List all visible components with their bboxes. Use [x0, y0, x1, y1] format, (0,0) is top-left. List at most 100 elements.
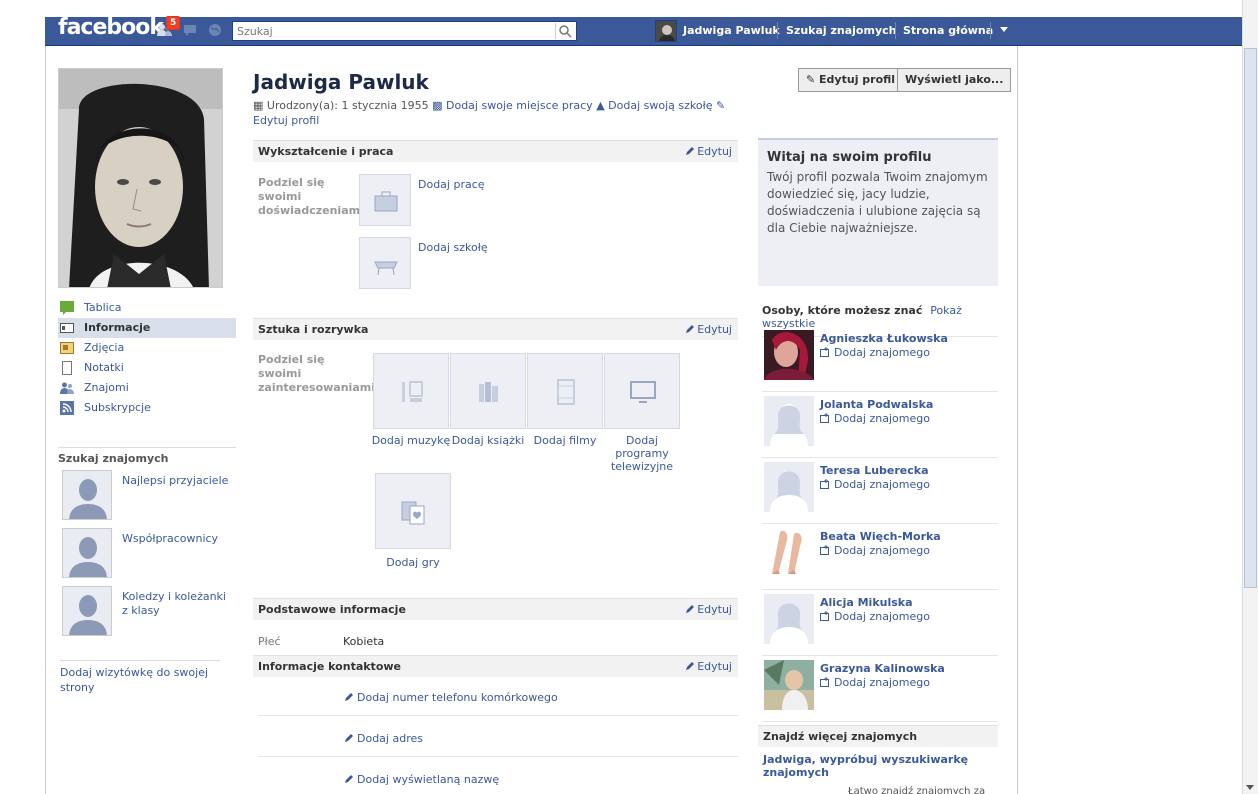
- edit-profile-link[interactable]: Edytuj profil: [253, 114, 319, 127]
- add-work-link[interactable]: Dodaj pracę: [418, 178, 485, 191]
- add-movies-link[interactable]: Dodaj filmy: [527, 434, 603, 447]
- vertical-scrollbar[interactable]: [1242, 0, 1258, 794]
- share-interests-label: Podziel się swoimi zainteresowaniami: [258, 353, 375, 394]
- add-friend-link[interactable]: Dodaj znajomego: [820, 610, 930, 623]
- person-name[interactable]: Jolanta Podwalska: [820, 398, 933, 411]
- edit-arts-link[interactable]: Edytuj: [685, 319, 732, 341]
- friend-group-label[interactable]: Współpracownicy: [122, 532, 232, 546]
- account-menu-caret-icon[interactable]: [1000, 27, 1008, 32]
- add-friend-link[interactable]: Dodaj znajomego: [820, 676, 930, 689]
- nav-item-label: Znajomi: [84, 381, 129, 394]
- edit-label: Edytuj: [697, 603, 732, 616]
- nav-item-subscriptions[interactable]: Subskrypcje: [58, 398, 236, 418]
- welcome-title: Witaj na swoim profilu: [767, 150, 932, 165]
- profile-picture[interactable]: [58, 68, 223, 288]
- person-name[interactable]: Teresa Luberecka: [820, 464, 929, 477]
- add-music-link[interactable]: Dodaj muzykę: [368, 434, 454, 447]
- edit-contact-link[interactable]: Edytuj: [685, 656, 732, 678]
- education-work-header: Wykształcenie i praca Edytuj: [253, 140, 738, 162]
- nav-item-label: Informacje: [84, 321, 151, 334]
- person-photo[interactable]: [764, 594, 814, 644]
- friend-group-label[interactable]: Koledzy i koleżanki z klasy: [122, 590, 232, 618]
- person-name[interactable]: Agnieszka Łukowska: [820, 332, 948, 345]
- suggested-person: Grazyna Kalinowska Dodaj znajomego: [762, 656, 998, 722]
- person-name[interactable]: Grazyna Kalinowska: [820, 662, 945, 675]
- edit-education-link[interactable]: Edytuj: [685, 141, 732, 163]
- add-tv-shows-tile[interactable]: [604, 353, 680, 429]
- add-mobile-link[interactable]: Dodaj numer telefonu komórkowego: [258, 680, 738, 716]
- add-display-name-link[interactable]: Dodaj wyświetlaną nazwę: [258, 762, 738, 794]
- nav-home-link[interactable]: Strona główna: [903, 24, 993, 37]
- section-title: Sztuka i rozrywka: [258, 323, 369, 336]
- add-school-link[interactable]: Dodaj swoją szkołę: [608, 99, 712, 112]
- edit-label: Edytuj: [697, 323, 732, 336]
- person-name[interactable]: Alicja Mikulska: [820, 596, 913, 609]
- add-books-tile[interactable]: [450, 353, 526, 429]
- add-movies-tile[interactable]: [527, 353, 603, 429]
- add-games-tile[interactable]: [375, 473, 451, 549]
- scrollbar-thumb[interactable]: [1244, 48, 1257, 588]
- school-desk-icon: [374, 261, 398, 276]
- scroll-down-arrow-icon[interactable]: [1246, 785, 1254, 790]
- try-friend-finder-link[interactable]: Jadwiga, wypróbuj wyszukiwarkę znajomych: [763, 753, 993, 779]
- search-input[interactable]: Szukaj: [232, 21, 577, 41]
- welcome-text: Twój profil pozwala Twoim znajomym dowie…: [767, 170, 988, 235]
- search-icon[interactable]: [555, 23, 573, 39]
- add-friend-label: Dodaj znajomego: [834, 610, 930, 623]
- friend-group-best-friends[interactable]: Najlepsi przyjaciele: [62, 470, 232, 522]
- add-friend-link[interactable]: Dodaj znajomego: [820, 478, 930, 491]
- add-profile-badge-link[interactable]: Dodaj wizytówkę do swojej strony: [60, 660, 220, 695]
- nav-item-label: Zdjęcia: [84, 341, 125, 354]
- suggested-person: Agnieszka Łukowska Dodaj znajomego: [762, 326, 998, 392]
- nav-item-photos[interactable]: Zdjęcia: [58, 338, 236, 358]
- add-address-link[interactable]: Dodaj adres: [258, 721, 738, 757]
- person-photo[interactable]: [764, 660, 814, 710]
- add-workplace-link[interactable]: Dodaj swoje miejsce pracy: [446, 99, 593, 112]
- person-photo[interactable]: [764, 462, 814, 512]
- messages-icon[interactable]: [182, 21, 200, 39]
- nav-item-info[interactable]: Informacje: [58, 318, 236, 338]
- person-photo[interactable]: [764, 396, 814, 446]
- view-as-button[interactable]: Wyświetl jako...: [897, 68, 1012, 92]
- add-school-link[interactable]: Dodaj szkołę: [418, 241, 488, 254]
- edit-profile-button[interactable]: ✎ Edytuj profil: [798, 68, 904, 92]
- nav-profile-link[interactable]: Jadwiga Pawluk: [683, 24, 780, 37]
- nav-item-friends[interactable]: Znajomi: [58, 378, 236, 398]
- add-school-tile[interactable]: [359, 237, 411, 289]
- add-tv-shows-link[interactable]: Dodaj programy telewizyjne: [600, 434, 684, 473]
- add-books-link[interactable]: Dodaj książki: [448, 434, 528, 447]
- arts-entertainment-header: Sztuka i rozrywka Edytuj: [253, 318, 738, 340]
- add-music-tile[interactable]: [373, 353, 449, 429]
- nav-avatar[interactable]: [655, 20, 677, 42]
- nav-item-wall[interactable]: Tablica: [58, 298, 236, 318]
- games-icon: [401, 501, 425, 525]
- notifications-globe-icon[interactable]: [206, 21, 224, 39]
- nav-item-label: Tablica: [84, 301, 122, 314]
- contact-row-label: Dodaj adres: [357, 732, 423, 745]
- gender-label: Płeć: [258, 635, 281, 648]
- person-photo[interactable]: [764, 528, 814, 578]
- friend-group-classmates[interactable]: Koledzy i koleżanki z klasy: [62, 586, 232, 638]
- nav-separator: [990, 22, 991, 39]
- suggested-person: Teresa Luberecka Dodaj znajomego: [762, 458, 998, 524]
- blue-header-bar: [45, 17, 1258, 46]
- add-friend-link[interactable]: Dodaj znajomego: [820, 544, 930, 557]
- edit-basic-info-link[interactable]: Edytuj: [685, 599, 732, 621]
- add-games-link[interactable]: Dodaj gry: [373, 556, 453, 569]
- pencil-icon: ✎: [716, 99, 726, 112]
- add-friend-link[interactable]: Dodaj znajomego: [820, 412, 930, 425]
- person-name[interactable]: Beata Więch-Morka: [820, 530, 941, 543]
- pencil-icon: [345, 693, 353, 701]
- add-friend-icon: [820, 479, 829, 489]
- nav-item-notes[interactable]: Notatki: [58, 358, 236, 378]
- profile-meta: ▦ Urodzony(a): 1 stycznia 1955 ▩ Dodaj s…: [253, 98, 743, 128]
- facebook-logo[interactable]: facebook: [58, 15, 164, 40]
- basic-info-header: Podstawowe informacje Edytuj: [253, 598, 738, 620]
- friend-group-coworkers[interactable]: Współpracownicy: [62, 528, 232, 580]
- person-photo[interactable]: [764, 330, 814, 380]
- add-friend-icon: [820, 347, 829, 357]
- friend-group-label[interactable]: Najlepsi przyjaciele: [122, 474, 232, 488]
- nav-find-friends-link[interactable]: Szukaj znajomych: [786, 24, 896, 37]
- add-work-tile[interactable]: [359, 174, 411, 226]
- add-friend-link[interactable]: Dodaj znajomego: [820, 346, 930, 359]
